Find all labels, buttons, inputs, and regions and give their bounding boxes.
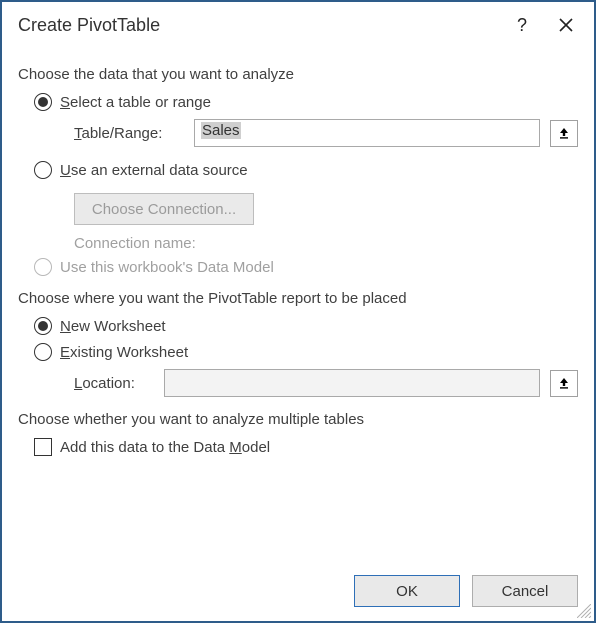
close-button[interactable] xyxy=(544,7,588,43)
radio-external-source[interactable]: Use an external data source xyxy=(34,161,578,179)
dialog-content: Choose the data that you want to analyze… xyxy=(2,48,594,563)
connection-name-label: Connection name: xyxy=(74,235,578,252)
section-multi-label: Choose whether you want to analyze multi… xyxy=(18,411,578,428)
table-range-label: Table/Range: xyxy=(74,125,184,142)
checkbox-add-data-model[interactable]: Add this data to the Data Model xyxy=(34,438,578,456)
close-icon xyxy=(559,18,573,32)
resize-grip-icon[interactable] xyxy=(577,604,591,618)
dialog-title: Create PivotTable xyxy=(18,15,500,36)
radio-new-worksheet[interactable]: New Worksheet xyxy=(34,317,578,335)
radio-label: New Worksheet xyxy=(60,318,166,335)
radio-data-model: Use this workbook's Data Model xyxy=(34,258,578,276)
radio-icon xyxy=(34,317,52,335)
checkbox-label: Add this data to the Data Model xyxy=(60,439,270,456)
table-range-input[interactable]: Sales xyxy=(194,119,540,147)
choose-connection-button: Choose Connection... xyxy=(74,193,254,225)
radio-label: Select a table or range xyxy=(60,94,211,111)
location-input[interactable] xyxy=(164,369,540,397)
ok-button[interactable]: OK xyxy=(354,575,460,607)
cancel-button[interactable]: Cancel xyxy=(472,575,578,607)
help-button[interactable]: ? xyxy=(500,7,544,43)
radio-existing-worksheet[interactable]: Existing Worksheet xyxy=(34,343,578,361)
arrow-up-icon xyxy=(557,126,571,140)
arrow-up-icon xyxy=(557,376,571,390)
create-pivottable-dialog: Create PivotTable ? Choose the data that… xyxy=(0,0,596,623)
radio-label: Existing Worksheet xyxy=(60,344,188,361)
collapse-dialog-button[interactable] xyxy=(550,370,578,397)
radio-label: Use an external data source xyxy=(60,162,248,179)
location-label: Location: xyxy=(74,375,154,392)
location-row: Location: xyxy=(74,369,578,397)
titlebar: Create PivotTable ? xyxy=(2,2,594,48)
radio-icon xyxy=(34,258,52,276)
radio-select-table-range[interactable]: Select a table or range xyxy=(34,93,578,111)
table-range-row: Table/Range: Sales xyxy=(74,119,578,147)
section-place-label: Choose where you want the PivotTable rep… xyxy=(18,290,578,307)
radio-icon xyxy=(34,343,52,361)
section-analyze-label: Choose the data that you want to analyze xyxy=(18,66,578,83)
radio-icon xyxy=(34,161,52,179)
radio-label: Use this workbook's Data Model xyxy=(60,259,274,276)
radio-icon xyxy=(34,93,52,111)
checkbox-icon xyxy=(34,438,52,456)
button-row: OK Cancel xyxy=(2,563,594,621)
collapse-dialog-button[interactable] xyxy=(550,120,578,147)
